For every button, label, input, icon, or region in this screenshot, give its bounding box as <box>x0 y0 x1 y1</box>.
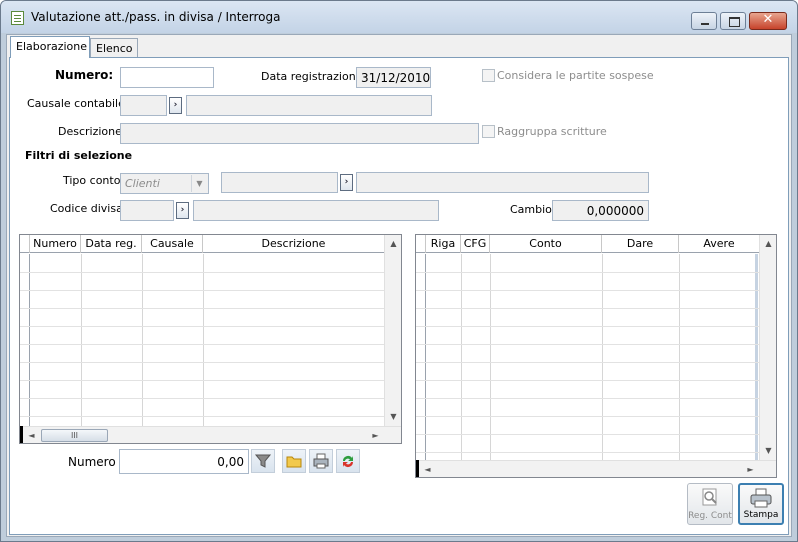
data-registrazione-input[interactable]: 31/12/2010 <box>356 67 431 88</box>
numero-input[interactable] <box>120 67 214 88</box>
scroll-right-icon[interactable]: ► <box>367 427 384 443</box>
folder-button[interactable] <box>282 449 306 473</box>
refresh-icon <box>343 456 353 467</box>
tipo-conto-label: Tipo conto: <box>63 174 125 187</box>
tab-elaborazione[interactable]: Elaborazione <box>10 36 90 58</box>
scroll-up-icon[interactable]: ▲ <box>385 235 401 252</box>
divisa-zoom-button[interactable]: › <box>176 202 189 219</box>
scroll-thumb[interactable]: III <box>41 429 108 442</box>
close-button[interactable]: ✕ <box>749 12 787 30</box>
stampa-label: Stampa <box>743 510 779 520</box>
scroll-left-icon[interactable]: ◄ <box>419 461 436 477</box>
refresh-button[interactable] <box>336 449 360 473</box>
col-causale[interactable]: Causale <box>142 235 203 253</box>
considera-partite-checkbox[interactable] <box>482 69 495 82</box>
left-grid-header: Numero Data reg. Causale Descrizione <box>20 235 384 253</box>
row-selector <box>20 254 30 426</box>
scroll-down-icon[interactable]: ▼ <box>760 442 776 459</box>
considera-partite-label: Considera le partite sospese <box>497 69 654 82</box>
causale-code-input[interactable] <box>120 95 167 116</box>
col-riga[interactable]: Riga <box>426 235 461 253</box>
causale-desc-input <box>186 95 432 116</box>
causale-label: Causale contabile: <box>27 97 129 110</box>
stampa-button[interactable]: Stampa <box>738 483 784 525</box>
col-conto[interactable]: Conto <box>490 235 602 253</box>
left-grid-hscroll[interactable]: ◄ III ► <box>23 426 401 443</box>
scroll-right-icon[interactable]: ► <box>742 461 759 477</box>
folder-icon <box>286 456 302 468</box>
right-grid-vscroll[interactable]: ▲ ▼ <box>759 235 776 460</box>
divisa-desc-input <box>193 200 439 221</box>
descrizione-label: Descrizione: <box>58 125 126 138</box>
app-icon <box>11 11 24 25</box>
filter-icon <box>254 454 272 468</box>
conto-desc-input <box>356 172 649 193</box>
tipo-conto-combo[interactable]: Clienti ▼ <box>120 173 209 194</box>
codice-divisa-label: Codice divisa: <box>50 202 127 215</box>
left-grid-vscroll[interactable]: ▲ ▼ <box>384 235 401 426</box>
col-data-reg[interactable]: Data reg. <box>81 235 142 253</box>
minimize-button[interactable] <box>691 12 717 30</box>
right-grid-header: Riga CFG Conto Dare Avere <box>416 235 759 253</box>
scroll-down-icon[interactable]: ▼ <box>385 408 401 425</box>
maximize-button[interactable] <box>720 12 746 30</box>
data-registrazione-label: Data registrazione: <box>261 70 367 83</box>
col-dare[interactable]: Dare <box>602 235 679 253</box>
scroll-left-icon[interactable]: ◄ <box>23 427 40 443</box>
right-grid[interactable]: Riga CFG Conto Dare Avere ▲ ▼ ◄ ► <box>415 234 777 478</box>
footer-numero-input[interactable]: 0,00 <box>119 449 249 474</box>
tipo-conto-value: Clienti <box>125 177 160 190</box>
zoom-icon <box>702 488 717 506</box>
window-title: Valutazione att./pass. in divisa / Inter… <box>31 10 281 24</box>
raggruppa-label: Raggruppa scritture <box>497 125 607 138</box>
conto-zoom-button[interactable]: › <box>340 174 353 191</box>
print-button[interactable] <box>309 449 333 473</box>
footer-numero-label: Numero <box>68 455 116 469</box>
reg-cont-label: Reg. Cont <box>688 511 732 521</box>
col-descrizione[interactable]: Descrizione <box>203 235 384 253</box>
cambio-label: Cambio: <box>510 203 556 216</box>
print-big-icon <box>750 488 772 508</box>
close-icon: ✕ <box>762 12 774 27</box>
title-bar[interactable]: Valutazione att./pass. in divisa / Inter… <box>1 1 797 33</box>
printer-icon <box>313 453 329 469</box>
app-window: Valutazione att./pass. in divisa / Inter… <box>0 0 798 542</box>
raggruppa-checkbox[interactable] <box>482 125 495 138</box>
right-grid-hscroll[interactable]: ◄ ► <box>419 460 776 477</box>
tab-strip: Elaborazione Elenco <box>7 35 791 58</box>
causale-zoom-button[interactable]: › <box>169 97 182 114</box>
filter-button[interactable] <box>251 449 275 473</box>
row-selector <box>416 254 426 460</box>
chevron-down-icon[interactable]: ▼ <box>191 175 207 192</box>
col-numero[interactable]: Numero <box>30 235 81 253</box>
cambio-input[interactable]: 0,000000 <box>552 200 649 221</box>
filtri-section-title: Filtri di selezione <box>25 149 133 162</box>
col-avere[interactable]: Avere <box>679 235 759 253</box>
tab-elenco[interactable]: Elenco <box>90 38 138 57</box>
codice-divisa-input[interactable] <box>120 200 174 221</box>
descrizione-input[interactable] <box>120 123 479 144</box>
reg-cont-button[interactable]: Reg. Cont <box>687 483 733 525</box>
client-area: Elaborazione Elenco Numero: Data registr… <box>6 34 792 537</box>
filtri-separator <box>20 164 682 165</box>
numero-label: Numero: <box>55 68 114 82</box>
col-cfg[interactable]: CFG <box>461 235 490 253</box>
left-grid[interactable]: Numero Data reg. Causale Descrizione ▲ ▼… <box>19 234 402 444</box>
scroll-up-icon[interactable]: ▲ <box>760 235 776 252</box>
conto-code-input[interactable] <box>221 172 338 193</box>
tab-panel: Numero: Data registrazione: 31/12/2010 C… <box>9 57 789 535</box>
